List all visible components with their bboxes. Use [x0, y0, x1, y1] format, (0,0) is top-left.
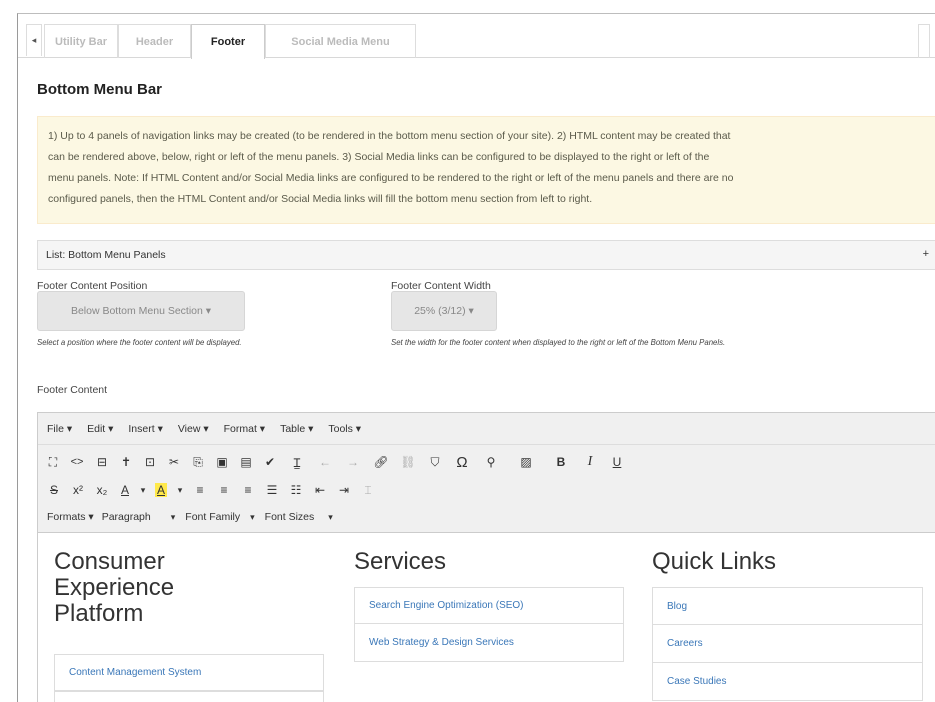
text-color-dropdown-icon[interactable]: ▾: [136, 479, 150, 501]
notice-line: configured panels, then the HTML Content…: [48, 193, 593, 205]
subscript-icon[interactable]: x₂: [90, 479, 114, 501]
toolbar-row-2: S x² x₂ A ▾ A ▾ ≡ ≡ ≡ ☰ ☷ ⇤ ⇥ ⌶: [42, 478, 380, 502]
rich-text-editor: File ▾ Edit ▾ Insert ▾ View ▾ Format ▾ T…: [37, 412, 935, 702]
editor-menubar: File ▾ Edit ▾ Insert ▾ View ▾ Format ▾ T…: [38, 413, 935, 445]
footer-link[interactable]: Search Engine Optimization (SEO): [354, 587, 624, 624]
tab-scroll-left-icon[interactable]: ◂: [26, 24, 42, 56]
list-bar-label: List: Bottom Menu Panels: [46, 249, 166, 261]
align-right-icon[interactable]: ≡: [236, 479, 260, 501]
bottom-menu-panels-list[interactable]: List: Bottom Menu Panels +: [37, 240, 935, 270]
info-notice: 1) Up to 4 panels of navigation links ma…: [37, 116, 935, 224]
notice-line: can be rendered above, below, right or l…: [48, 151, 710, 163]
footer-link[interactable]: Case Studies: [652, 663, 923, 701]
column-title-quick-links: Quick Links: [652, 548, 777, 575]
footer-content-label: Footer Content: [37, 384, 108, 396]
clear-format-icon[interactable]: Ɪ̲: [282, 451, 312, 473]
spellcheck-icon[interactable]: ✔: [258, 451, 282, 473]
page-break-icon[interactable]: ⌶: [356, 479, 380, 501]
paste-text-icon[interactable]: ▤: [234, 451, 258, 473]
footer-link[interactable]: Web Strategy & Design Services: [354, 624, 624, 662]
footer-link[interactable]: Blog: [652, 587, 923, 625]
underline-icon[interactable]: U: [604, 451, 630, 473]
find-replace-icon[interactable]: ⚲: [476, 451, 506, 473]
copy-icon[interactable]: ⎘: [186, 451, 210, 473]
footer-width-select[interactable]: 25% (3/12) ▾: [391, 291, 497, 331]
fullscreen-icon[interactable]: ⛶: [42, 451, 64, 473]
redo-icon[interactable]: →: [338, 451, 368, 473]
column-title-line: Experience: [54, 574, 175, 601]
tab-footer[interactable]: Footer: [191, 24, 265, 59]
source-code-icon[interactable]: <>: [64, 451, 90, 473]
indent-icon[interactable]: ⇥: [332, 479, 356, 501]
column-title-services: Services: [354, 548, 447, 575]
numbered-list-icon[interactable]: ☷: [284, 479, 308, 501]
footer-position-select[interactable]: Below Bottom Menu Section ▾: [37, 291, 245, 331]
menu-insert[interactable]: Insert ▾: [128, 423, 162, 435]
tab-utility-bar[interactable]: Utility Bar: [44, 24, 118, 58]
tab-bar: ◂ Utility Bar Header Footer Social Media…: [18, 14, 935, 59]
image-icon[interactable]: ▨: [506, 451, 546, 473]
formats-dropdown[interactable]: Formats ▾: [47, 511, 94, 523]
font-family-dropdown[interactable]: Font Family: [185, 511, 240, 523]
toolbar-row-1: ⛶ <> ⊟ ✝ ⊡ ✂ ⎘ ▣ ▤ ✔ Ɪ̲ ← → 🔗︎ ⛓ ⛉ Ω ⚲ ▨…: [42, 450, 630, 474]
notice-line: menu panels. Note: If HTML Content and/o…: [48, 172, 734, 184]
preview-icon[interactable]: ⊡: [138, 451, 162, 473]
footer-link[interactable]: Careers: [652, 625, 923, 663]
cut-icon[interactable]: ✂: [162, 451, 186, 473]
accessibility-icon[interactable]: ✝: [114, 451, 138, 473]
add-panel-icon[interactable]: +: [923, 248, 929, 260]
editor-content-area[interactable]: Consumer Experience Platform Content Man…: [38, 534, 935, 702]
menu-tools[interactable]: Tools ▾: [328, 423, 361, 435]
bold-icon[interactable]: B: [546, 451, 576, 473]
special-character-icon[interactable]: Ω: [448, 451, 476, 473]
paste-icon[interactable]: ▣: [210, 451, 234, 473]
align-left-icon[interactable]: ≡: [188, 479, 212, 501]
footer-settings-panel: ◂ Utility Bar Header Footer Social Media…: [17, 13, 935, 702]
align-center-icon[interactable]: ≡: [212, 479, 236, 501]
strikethrough-icon[interactable]: S: [42, 479, 66, 501]
background-color-dropdown-icon[interactable]: ▾: [172, 479, 188, 501]
tab-social-media-menu[interactable]: Social Media Menu: [265, 24, 416, 58]
footer-position-help: Select a position where the footer conte…: [37, 338, 242, 347]
bullet-list-icon[interactable]: ☰: [260, 479, 284, 501]
paragraph-caret-icon[interactable]: ▾: [171, 512, 176, 523]
footer-link-empty: [54, 691, 324, 702]
column-title-line: Platform: [54, 600, 144, 627]
tab-scroll-right[interactable]: [918, 24, 930, 58]
template-icon[interactable]: ⊟: [90, 451, 114, 473]
notice-line: 1) Up to 4 panels of navigation links ma…: [48, 130, 731, 142]
footer-link[interactable]: Content Management System: [54, 654, 324, 691]
footer-width-help: Set the width for the footer content whe…: [391, 338, 726, 347]
font-family-caret-icon[interactable]: ▾: [250, 512, 255, 523]
section-title: Bottom Menu Bar: [37, 81, 162, 98]
font-sizes-caret-icon[interactable]: ▾: [328, 512, 333, 523]
menu-view[interactable]: View ▾: [178, 423, 209, 435]
column-title-line: Consumer: [54, 548, 165, 575]
menu-format[interactable]: Format ▾: [224, 423, 265, 435]
paragraph-dropdown[interactable]: Paragraph: [102, 511, 151, 523]
italic-icon[interactable]: I: [576, 451, 604, 473]
text-color-icon[interactable]: A: [114, 479, 136, 501]
outdent-icon[interactable]: ⇤: [308, 479, 332, 501]
menu-edit[interactable]: Edit ▾: [87, 423, 113, 435]
menu-file[interactable]: File ▾: [47, 423, 72, 435]
background-color-icon[interactable]: A: [150, 479, 172, 501]
toolbar-row-3: Formats ▾ Paragraph ▾ Font Family ▾ Font…: [42, 505, 333, 529]
link-icon[interactable]: 🔗︎: [368, 451, 394, 473]
menu-table[interactable]: Table ▾: [280, 423, 313, 435]
superscript-icon[interactable]: x²: [66, 479, 90, 501]
column-title-consumer-experience: Consumer Experience Platform: [54, 549, 174, 627]
tab-header[interactable]: Header: [118, 24, 191, 58]
editor-toolbar: ⛶ <> ⊟ ✝ ⊡ ✂ ⎘ ▣ ▤ ✔ Ɪ̲ ← → 🔗︎ ⛓ ⛉ Ω ⚲ ▨…: [38, 445, 935, 533]
bookmark-icon[interactable]: ⛉: [422, 451, 448, 473]
undo-icon[interactable]: ←: [312, 451, 338, 473]
unlink-icon[interactable]: ⛓: [394, 451, 422, 473]
font-sizes-dropdown[interactable]: Font Sizes: [265, 511, 315, 523]
